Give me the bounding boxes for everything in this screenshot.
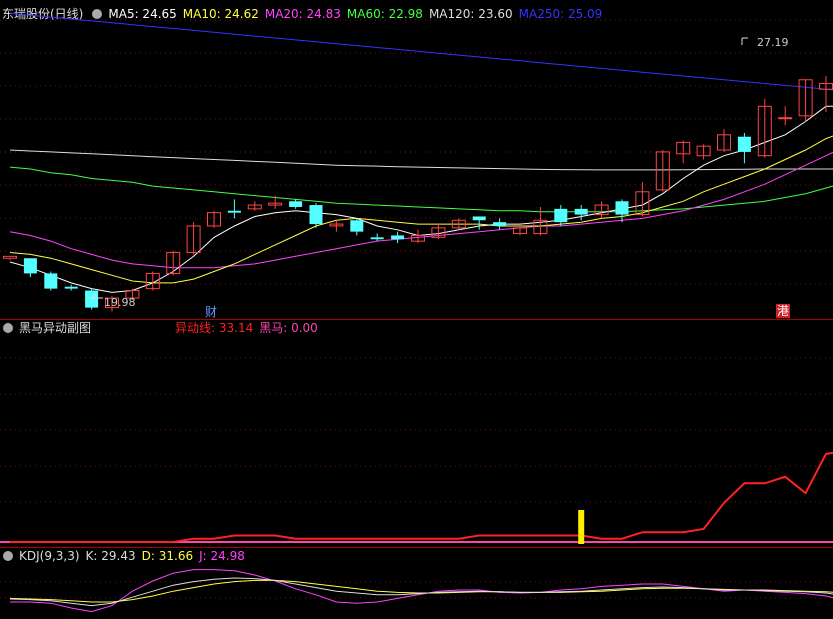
ma20-line: [9, 151, 833, 269]
candle-body: [227, 210, 241, 213]
kdj-k-line: [9, 577, 833, 607]
kdj-indicator-panel[interactable]: KDJ(9,3,3) K: 29.43 D: 31.66 J: 24.98: [0, 548, 833, 619]
candle-body: [289, 201, 303, 207]
candle-body: [85, 290, 99, 308]
candle-body: [309, 205, 323, 225]
candle-body: [615, 201, 629, 215]
candle-body: [23, 258, 37, 274]
candle-body: [574, 208, 588, 215]
kdj-chart[interactable]: [0, 548, 833, 619]
candle-body: [44, 273, 58, 289]
candle-body: [350, 220, 364, 232]
ma250-line: [9, 12, 833, 91]
candle-body: [3, 255, 17, 259]
candle-body: [493, 222, 507, 226]
candle-body: [737, 136, 751, 152]
heima-chart[interactable]: [0, 320, 833, 547]
yidong-line: [10, 451, 833, 543]
heima-indicator-panel[interactable]: 黑马异动副图 异动线: 33.14 黑马: 0.00: [0, 320, 833, 547]
kdj-j-line: [10, 569, 833, 613]
ma120-line: [9, 149, 833, 171]
high-price-label: 27.19: [757, 36, 789, 49]
candle-body: [64, 286, 78, 289]
high-arrow-icon: [741, 37, 748, 45]
main-chart-panel[interactable]: 东瑞股份(日线) MA5: 24.65 MA10: 24.62 MA20: 24.83…: [0, 0, 833, 319]
signal-bar: [578, 510, 585, 544]
candle-body: [391, 235, 405, 240]
candlestick-chart[interactable]: [0, 0, 833, 319]
event-marker-gang[interactable]: 港: [776, 304, 791, 318]
low-price-label: 19.98: [104, 296, 136, 309]
candle-body: [554, 208, 568, 223]
candle-body: [370, 237, 384, 240]
candle-body: [472, 216, 486, 221]
event-marker-cai[interactable]: 财: [205, 303, 217, 320]
candle-body: [778, 117, 793, 120]
